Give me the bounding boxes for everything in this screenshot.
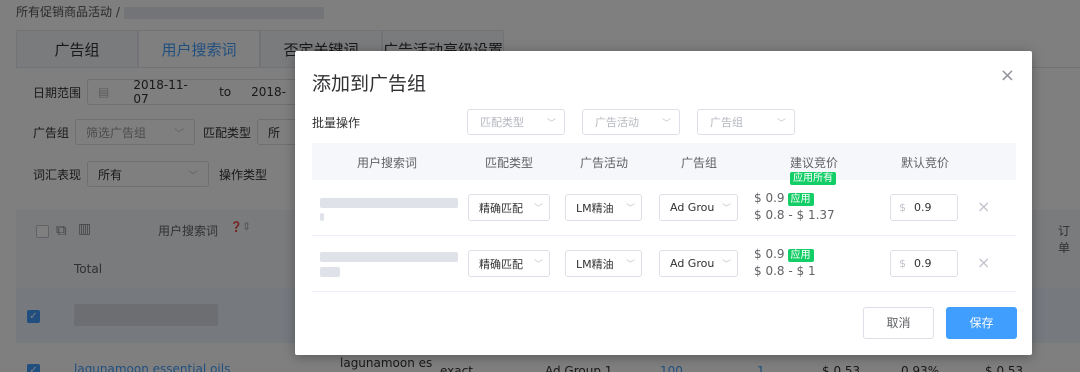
default-bid-input[interactable]: $ 0.9: [890, 194, 958, 221]
row-adgroup-select[interactable]: Ad Grou ﹀: [659, 250, 738, 277]
row-adgroup-select[interactable]: Ad Grou ﹀: [659, 194, 738, 221]
chevron-down-icon: ﹀: [776, 118, 786, 129]
row-match-value: 精确匹配: [479, 257, 523, 271]
currency-symbol: $: [899, 257, 906, 270]
header-suggested-bid: 建议竞价: [790, 156, 839, 170]
row-adgroup-value: Ad Grou: [670, 201, 715, 214]
row-campaign-value: LM精油: [576, 257, 614, 271]
header-default-bid: 默认竞价: [901, 156, 950, 170]
bulk-match-type-select[interactable]: 匹配类型 ﹀: [467, 109, 565, 135]
cancel-button[interactable]: 取消: [863, 307, 934, 339]
currency-symbol: $: [899, 201, 906, 214]
chevron-down-icon: ﹀: [625, 204, 635, 214]
row-campaign-select[interactable]: LM精油 ﹀: [565, 194, 642, 221]
dialog-table-header: 用户搜索词 匹配类型 广告活动 广告组 建议竞价 默认竞价 应用所有: [312, 143, 1016, 185]
blurred-search-term-2: [320, 267, 340, 277]
row-adgroup-value: Ad Grou: [670, 257, 715, 270]
chevron-down-icon: ﹀: [721, 204, 731, 214]
header-campaign: 广告活动: [580, 156, 629, 170]
dialog-row: 精确匹配 ﹀ LM精油 ﹀ Ad Grou ﹀ $ 0.9 应用 $ 0.8 - …: [312, 236, 1016, 292]
dialog-table: 用户搜索词 匹配类型 广告活动 广告组 建议竞价 默认竞价 应用所有 精确匹配 …: [312, 143, 1016, 292]
suggested-bid-range: $ 0.8 - $ 1.37: [754, 208, 835, 222]
bulk-campaign-placeholder: 广告活动: [595, 116, 639, 129]
header-search-term: 用户搜索词: [357, 156, 418, 170]
remove-row-icon[interactable]: ×: [977, 253, 990, 272]
chevron-down-icon: ﹀: [533, 260, 543, 270]
row-match-type-select[interactable]: 精确匹配 ﹀: [468, 194, 550, 221]
bulk-adgroup-select[interactable]: 广告组 ﹀: [697, 109, 795, 135]
suggested-bid: $ 0.9 应用 $ 0.8 - $ 1: [754, 246, 816, 280]
dialog-title: 添加到广告组: [312, 73, 427, 95]
apply-button[interactable]: 应用: [787, 249, 814, 262]
bulk-match-placeholder: 匹配类型: [480, 116, 524, 129]
header-match-type: 匹配类型: [485, 156, 534, 170]
bulk-campaign-select[interactable]: 广告活动 ﹀: [582, 109, 680, 135]
chevron-down-icon: ﹀: [625, 260, 635, 270]
row-match-type-select[interactable]: 精确匹配 ﹀: [468, 250, 550, 277]
header-adgroup: 广告组: [681, 156, 718, 170]
remove-row-icon[interactable]: ×: [977, 197, 990, 216]
bulk-adgroup-placeholder: 广告组: [710, 116, 743, 129]
apply-button[interactable]: 应用: [787, 193, 814, 206]
chevron-down-icon: ﹀: [533, 204, 543, 214]
save-button[interactable]: 保存: [946, 307, 1017, 339]
blurred-search-term: [320, 198, 458, 208]
blurred-search-term: [320, 252, 458, 262]
row-match-value: 精确匹配: [479, 201, 523, 215]
default-bid-value: 0.9: [914, 257, 932, 270]
default-bid-input[interactable]: $ 0.9: [890, 250, 958, 277]
row-campaign-select[interactable]: LM精油 ﹀: [565, 250, 642, 277]
close-icon[interactable]: ×: [1000, 65, 1015, 86]
suggested-bid: $ 0.9 应用 $ 0.8 - $ 1.37: [754, 190, 835, 224]
blurred-search-term-2: [320, 213, 324, 221]
add-to-adgroup-dialog: 添加到广告组 × 批量操作 匹配类型 ﹀ 广告活动 ﹀ 广告组 ﹀ 用户搜索词 …: [295, 51, 1032, 355]
row-campaign-value: LM精油: [576, 201, 614, 215]
chevron-down-icon: ﹀: [661, 118, 671, 129]
chevron-down-icon: ﹀: [546, 118, 556, 129]
dialog-row: 精确匹配 ﹀ LM精油 ﹀ Ad Grou ﹀ $ 0.9 应用 $ 0.8 - …: [312, 180, 1016, 236]
suggested-bid-value: $ 0.9: [754, 247, 785, 261]
default-bid-value: 0.9: [914, 201, 932, 214]
suggested-bid-range: $ 0.8 - $ 1: [754, 264, 816, 278]
chevron-down-icon: ﹀: [721, 260, 731, 270]
bulk-operation-label: 批量操作: [312, 116, 361, 130]
suggested-bid-value: $ 0.9: [754, 191, 785, 205]
